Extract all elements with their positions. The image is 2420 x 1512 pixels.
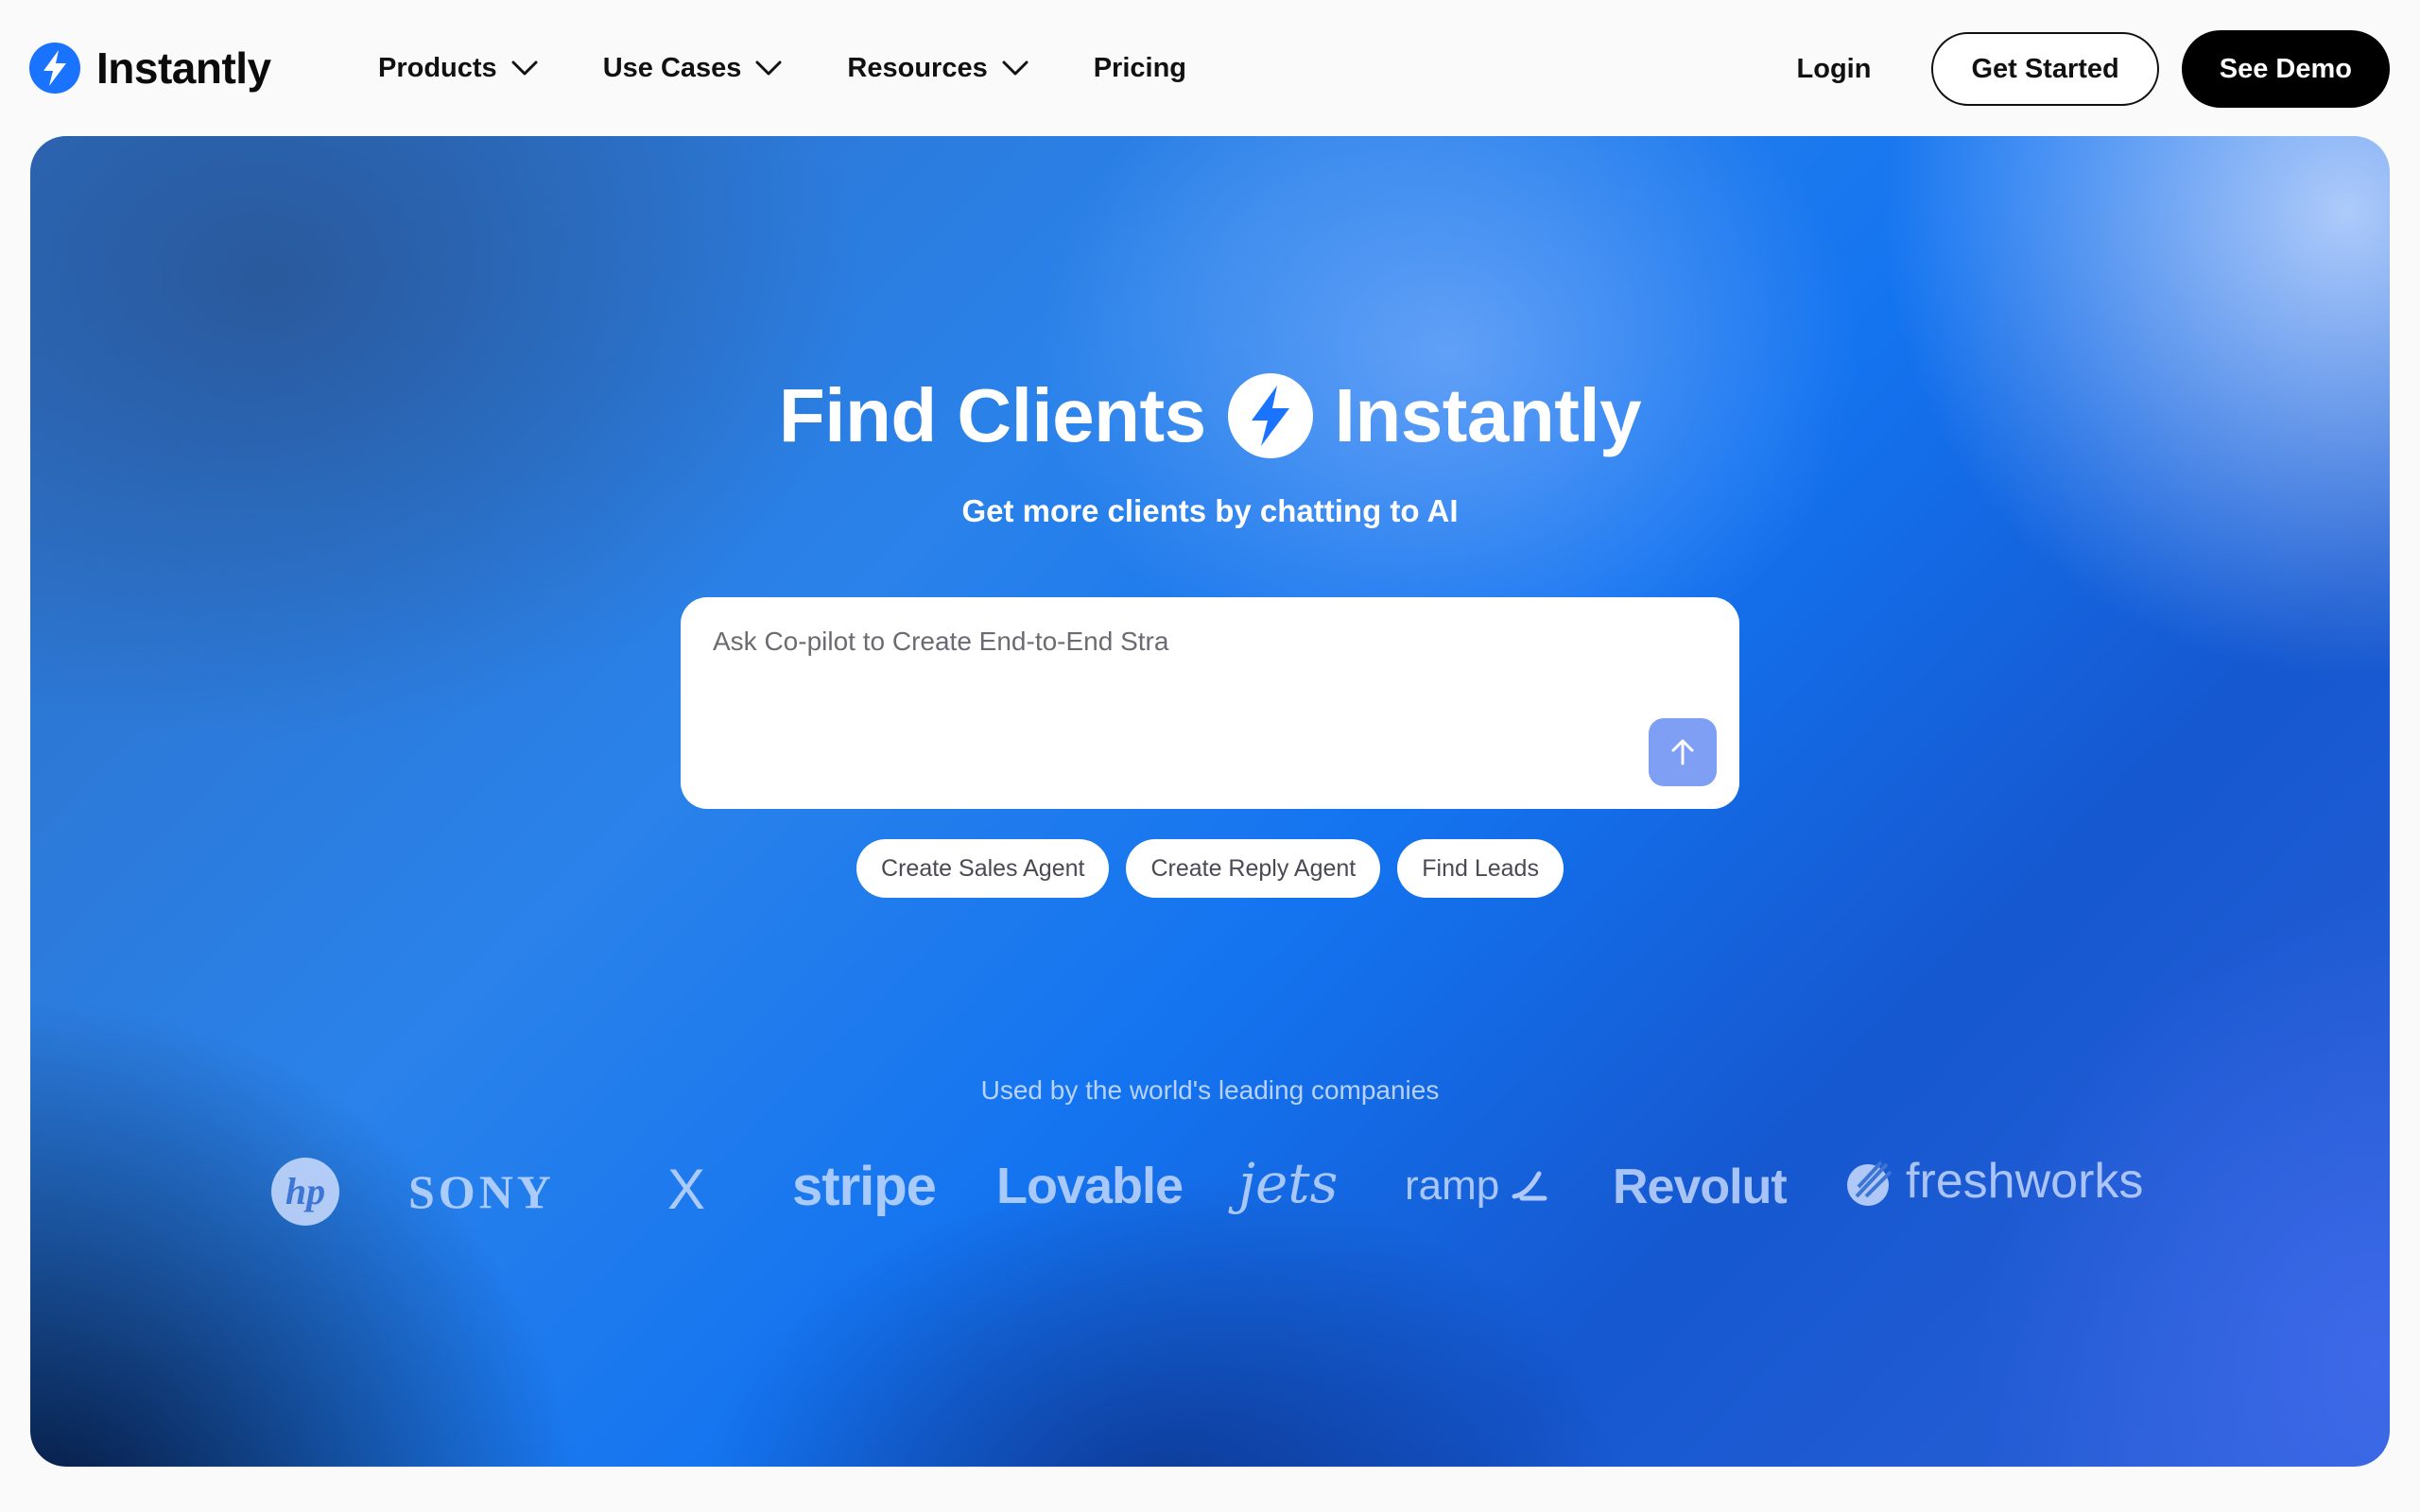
- hp-logo: hp: [270, 1157, 340, 1227]
- chip-find-leads[interactable]: Find Leads: [1397, 839, 1564, 898]
- brand-logo-link[interactable]: Instantly: [28, 40, 271, 96]
- menu-item-products[interactable]: Products: [378, 53, 539, 84]
- arrow-up-icon: [1671, 739, 1694, 765]
- menu-item-label: Pricing: [1093, 52, 1187, 83]
- send-prompt-button[interactable]: [1649, 718, 1717, 786]
- ramp-logo-text: ramp: [1405, 1162, 1500, 1209]
- menu-item-use-cases[interactable]: Use Cases: [603, 53, 784, 84]
- jets-logo: jets: [1238, 1151, 1339, 1215]
- copilot-prompt-box: [681, 597, 1739, 809]
- main-menu: Products Use Cases Resources Pricing: [378, 45, 1186, 91]
- hero-title-left: Find Clients: [778, 373, 1206, 457]
- bolt-icon: [1227, 373, 1313, 458]
- company-logos: hp SONY X stripe Lovable jets ramp Revol…: [30, 1138, 2390, 1270]
- hero-title-right: Instantly: [1334, 373, 1642, 457]
- hero-title: Find Clients Instantly: [30, 372, 2390, 459]
- sony-logo: SONY: [408, 1165, 555, 1218]
- get-started-button[interactable]: Get Started: [1931, 32, 2159, 106]
- x-logo: X: [667, 1158, 706, 1221]
- ramp-logo: ramp: [1405, 1162, 1548, 1210]
- suggestion-chips: Create Sales Agent Create Reply Agent Fi…: [30, 839, 2390, 898]
- chip-create-reply-agent[interactable]: Create Reply Agent: [1126, 839, 1381, 898]
- chip-create-sales-agent[interactable]: Create Sales Agent: [856, 839, 1110, 898]
- menu-item-label: Use Cases: [602, 52, 742, 83]
- menu-item-pricing[interactable]: Pricing: [1094, 53, 1186, 84]
- chevron-down-icon: [1002, 60, 1028, 76]
- stripe-logo: stripe: [792, 1156, 937, 1217]
- chevron-down-icon: [755, 60, 782, 76]
- freshworks-logo-text: freshworks: [1906, 1154, 2144, 1209]
- used-by-caption: Used by the world's leading companies: [980, 1075, 1440, 1105]
- bolt-icon: [29, 43, 80, 94]
- menu-item-label: Resources: [847, 52, 988, 83]
- brand-name: Instantly: [96, 43, 271, 93]
- hero-subtitle: Get more clients by chatting to AI: [961, 493, 1459, 528]
- menu-item-resources[interactable]: Resources: [847, 53, 1028, 84]
- see-demo-button[interactable]: See Demo: [2181, 30, 2390, 108]
- lovable-logo: Lovable: [996, 1158, 1184, 1214]
- hero-section: Find Clients Instantly Get more clients …: [30, 136, 2390, 1467]
- copilot-prompt-input[interactable]: [711, 622, 1660, 662]
- login-link[interactable]: Login: [1797, 54, 1872, 85]
- hp-logo-text: hp: [285, 1170, 325, 1212]
- nav-actions: Login Get Started See Demo: [1797, 30, 2390, 108]
- revolut-logo: Revolut: [1613, 1160, 1788, 1214]
- chevron-down-icon: [511, 60, 538, 76]
- top-navigation: Instantly Products Use Cases Resources P…: [0, 0, 2420, 136]
- freshworks-logo: freshworks: [1843, 1153, 2143, 1210]
- menu-item-label: Products: [378, 52, 497, 83]
